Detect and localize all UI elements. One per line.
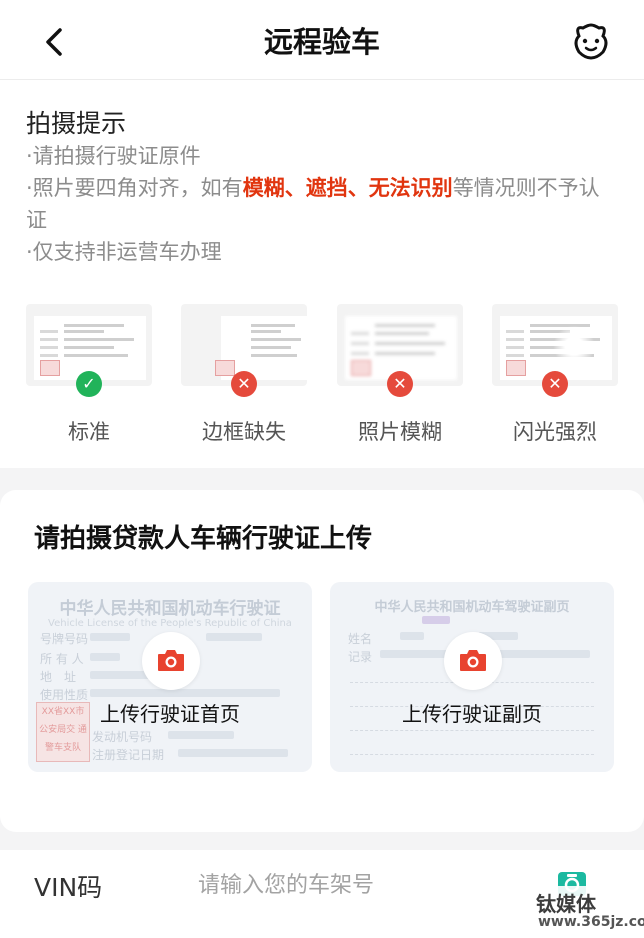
doc-title: 中华人民共和国机动车驾驶证副页 [374,600,570,615]
example-standard: ✓ 标准 [26,304,152,444]
close-icon: ✕ [387,371,413,397]
upload-front-card[interactable]: 中华人民共和国机动车行驶证 Vehicle License of the Peo… [28,582,312,772]
tip-line-2-wrap: 证 [26,208,47,232]
example-list: ✓ 标准 ✕ 边框缺失 ✕ 照片模糊 ✕ 闪光强烈 [0,304,644,454]
camera-icon [158,650,184,671]
vin-input[interactable] [196,864,520,906]
camera-button[interactable] [142,632,200,690]
example-glare: ✕ 闪光强烈 [492,304,618,444]
upload-title: 请拍摄贷款人车辆行驶证上传 [34,524,373,554]
upload-section: 请拍摄贷款人车辆行驶证上传 中华人民共和国机动车行驶证 Vehicle Lice… [0,490,644,832]
example-label: 边框缺失 [202,420,286,444]
back-button[interactable] [38,22,74,62]
nav-bar: 远程验车 [0,0,644,80]
camera-icon [460,650,486,671]
watermark-logo: 钛媒体 [536,892,596,916]
check-icon: ✓ [76,371,102,397]
watermark-url: www.365jz.com [538,914,644,930]
customer-service-button[interactable] [568,22,614,62]
vin-label: VIN码 [34,873,103,902]
tip-line-1: ·请拍摄行驶证原件 [26,144,201,168]
tip-line-3: ·仅支持非运营车办理 [26,240,222,264]
example-label: 标准 [68,420,110,444]
upload-back-card[interactable]: 中华人民共和国机动车驾驶证副页 姓名 记录 上传行驶证副页 [330,582,614,772]
doc-title: 中华人民共和国机动车行驶证 [59,599,281,619]
doc-subtitle: Vehicle License of the People's Republic… [48,618,292,629]
close-icon: ✕ [231,371,257,397]
example-blurry: ✕ 照片模糊 [337,304,463,444]
tips-heading: 拍摄提示 [26,109,127,138]
camera-button[interactable] [444,632,502,690]
page-title: 远程验车 [263,25,380,59]
tip-line-2: ·照片要四角对齐，如有模糊、遮挡、无法识别等情况则不予认 [26,176,600,200]
shooting-tips-section: 拍摄提示 ·请拍摄行驶证原件 ·照片要四角对齐，如有模糊、遮挡、无法识别等情况则… [0,80,644,468]
watermark: 钛媒体 www.365jz.com [522,886,644,938]
chevron-left-icon [46,28,62,56]
upload-back-label: 上传行驶证副页 [402,702,542,726]
example-border-missing: ✕ 边框缺失 [181,304,307,444]
example-label: 闪光强烈 [513,420,597,444]
upload-front-label: 上传行驶证首页 [100,702,240,726]
close-icon: ✕ [542,371,568,397]
example-label: 照片模糊 [358,420,442,444]
bear-face-icon [574,23,608,60]
